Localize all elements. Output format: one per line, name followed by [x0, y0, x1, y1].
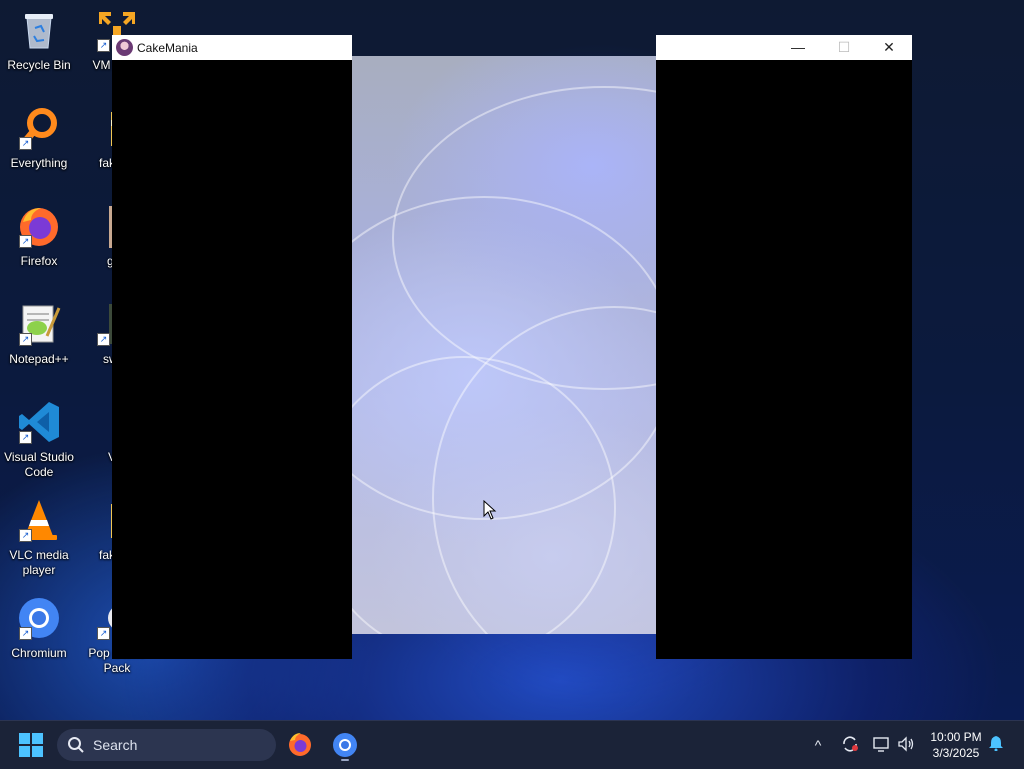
update-sync-icon[interactable] [840, 735, 860, 755]
desktop-icon-label: Chromium [11, 646, 67, 660]
clock-date: 3/3/2025 [932, 746, 980, 760]
taskbar-search-box[interactable]: Search [57, 729, 276, 761]
notification-bell-icon[interactable] [986, 735, 1006, 755]
vscode-icon: ↗ [17, 400, 61, 444]
network-icon[interactable] [871, 735, 891, 755]
chromium-icon: ↗ [17, 596, 61, 640]
everything-search-icon: ↗ [17, 106, 61, 150]
desktop-icon-vlc[interactable]: ↗ VLC media player [0, 498, 78, 578]
show-hidden-icons-chevron[interactable]: ^ [808, 735, 828, 755]
vlc-icon: ↗ [17, 498, 61, 542]
shortcut-arrow-icon: ↗ [19, 529, 32, 542]
desktop-icon-firefox[interactable]: ↗ Firefox [0, 204, 78, 269]
windows-logo-icon [19, 733, 30, 744]
desktop-icon-everything[interactable]: ↗ Everything [0, 106, 78, 171]
taskbar-clock[interactable]: 10:00 PM 3/3/2025 [924, 729, 988, 761]
shortcut-arrow-icon: ↗ [97, 333, 110, 346]
search-placeholder: Search [93, 737, 138, 753]
desktop-icon-label: Firefox [20, 254, 58, 268]
taskbar-chromium-button[interactable] [329, 729, 361, 761]
clock-time: 10:00 PM [930, 730, 982, 744]
windows-logo-icon [19, 746, 30, 757]
notepadpp-icon: ↗ [17, 302, 61, 346]
desktop-icon-label: Notepad++ [9, 352, 69, 366]
taskbar: Search ^ 10:00 PM 3/3/2025 [0, 720, 1024, 769]
desktop-icon-notepadpp[interactable]: ↗ Notepad++ [0, 302, 78, 367]
window-titlebar-left[interactable]: CakeMania [112, 35, 352, 60]
taskbar-firefox-button[interactable] [284, 729, 316, 761]
search-icon [67, 736, 85, 757]
desktop-icon-vscode[interactable]: ↗ Visual Studio Code [0, 400, 78, 480]
game-canvas-right-black[interactable] [656, 60, 912, 659]
desktop-icon-label: Recycle Bin [7, 58, 71, 72]
maximize-button[interactable]: ☐ [821, 35, 867, 60]
start-button[interactable] [19, 733, 43, 757]
desktop-icon-chromium[interactable]: ↗ Chromium [0, 596, 78, 661]
chromium-icon [333, 733, 357, 761]
firefox-icon [289, 733, 311, 756]
game-viewport-transparent-area[interactable] [352, 56, 656, 634]
shortcut-arrow-icon: ↗ [97, 39, 110, 52]
mouse-cursor-icon [483, 499, 497, 520]
close-button[interactable]: ✕ [866, 35, 912, 60]
window-title: CakeMania [137, 41, 198, 55]
shortcut-arrow-icon: ↗ [19, 627, 32, 640]
game-canvas-left-black[interactable] [112, 60, 352, 659]
desktop-icon-recycle-bin[interactable]: Recycle Bin [0, 8, 78, 73]
shortcut-arrow-icon: ↗ [19, 235, 32, 248]
shortcut-arrow-icon: ↗ [19, 333, 32, 346]
desktop-icon-label: Everything [10, 156, 68, 170]
cakemania-app-icon [116, 39, 133, 56]
firefox-icon: ↗ [17, 204, 61, 248]
shortcut-arrow-icon: ↗ [19, 137, 32, 150]
shortcut-arrow-icon: ↗ [19, 431, 32, 444]
volume-icon[interactable] [896, 735, 916, 755]
window-titlebar-right[interactable]: — ☐ ✕ [656, 35, 912, 60]
desktop-icon-label: Visual Studio Code [4, 450, 74, 479]
minimize-button[interactable]: — [775, 35, 821, 60]
desktop-icon-label: VLC media player [9, 548, 69, 577]
windows-logo-icon [32, 733, 43, 744]
windows-logo-icon [32, 746, 43, 757]
shortcut-arrow-icon: ↗ [97, 627, 110, 640]
recycle-bin-icon [17, 8, 61, 52]
